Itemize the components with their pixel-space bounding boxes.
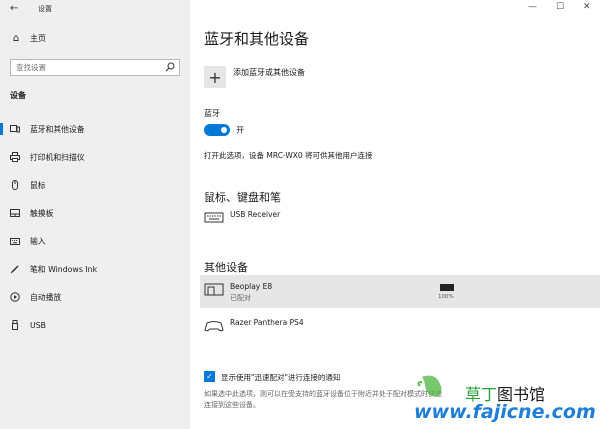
add-device-label[interactable]: 添加蓝牙或其他设备 bbox=[233, 67, 305, 78]
back-arrow-icon[interactable]: ← bbox=[10, 3, 18, 14]
main-content: — ☐ ✕ 蓝牙和其他设备 + 添加蓝牙或其他设备 蓝牙 开 打开此选项，设备 … bbox=[190, 0, 600, 429]
battery-icon bbox=[440, 284, 454, 291]
device-name-razer[interactable]: Razer Panthera PS4 bbox=[230, 318, 304, 327]
device-name-beoplay: Beoplay E8 bbox=[230, 282, 273, 291]
maximize-button[interactable]: ☐ bbox=[556, 2, 564, 12]
sidebar-item-label: 触摸板 bbox=[30, 208, 54, 218]
plus-icon: + bbox=[208, 67, 222, 87]
sidebar-item-autoplay[interactable]: 自动播放 bbox=[0, 289, 190, 305]
swift-pair-label[interactable]: 显示使用"迅速配对"进行连接的通知 bbox=[221, 372, 340, 383]
gamepad-icon bbox=[204, 321, 224, 332]
home-link[interactable]: ⌂ 主页 bbox=[10, 33, 46, 44]
keyboard-icon bbox=[10, 236, 20, 246]
sidebar-item-label: 鼠标 bbox=[30, 180, 46, 190]
mouse-keyboard-pen-heading: 鼠标、键盘和笔 bbox=[204, 191, 281, 204]
search-box[interactable] bbox=[10, 59, 180, 76]
sidebar-item-touchpad[interactable]: 触摸板 bbox=[0, 205, 190, 221]
section-heading: 设备 bbox=[10, 91, 26, 100]
watermark-url: www.fajicne.com bbox=[414, 401, 596, 423]
swift-pair-description: 如果选中此选项，则可以在受支持的蓝牙设备位于附近并处于配对模式时快速连接到这些设… bbox=[204, 390, 442, 409]
checkmark-icon: ✓ bbox=[206, 372, 213, 381]
touchpad-icon bbox=[10, 208, 20, 218]
sidebar-item-printers[interactable]: 打印机和扫描仪 bbox=[0, 149, 190, 165]
minimize-button[interactable]: — bbox=[528, 2, 537, 12]
home-icon: ⌂ bbox=[12, 33, 20, 44]
mouse-icon bbox=[10, 180, 20, 190]
close-button[interactable]: ✕ bbox=[583, 2, 591, 12]
sidebar-item-label: 笔和 Windows Ink bbox=[30, 264, 98, 274]
sidebar-item-label: 打印机和扫描仪 bbox=[30, 152, 85, 162]
sidebar-item-label: 输入 bbox=[30, 236, 46, 246]
add-device-button[interactable]: + bbox=[204, 66, 226, 88]
device-status-beoplay: 已配对 bbox=[230, 294, 251, 302]
printer-icon bbox=[10, 152, 20, 162]
sidebar-item-label: 自动播放 bbox=[30, 292, 62, 302]
autoplay-icon bbox=[10, 292, 20, 302]
bluetooth-toggle[interactable] bbox=[204, 124, 230, 136]
sidebar: ← 设置 ⌂ 主页 设备 蓝牙和其他设备 打印机和扫描仪 鼠标 触摸板 bbox=[0, 0, 190, 429]
sidebar-item-usb[interactable]: USB bbox=[0, 317, 190, 333]
bluetooth-devices-icon bbox=[10, 124, 20, 134]
device-name-usb-receiver[interactable]: USB Receiver bbox=[230, 210, 280, 219]
usb-icon bbox=[10, 320, 20, 330]
sidebar-item-mouse[interactable]: 鼠标 bbox=[0, 177, 190, 193]
bluetooth-label: 蓝牙 bbox=[204, 109, 220, 118]
battery-percent: 100% bbox=[438, 294, 454, 300]
keyboard-icon bbox=[204, 212, 224, 223]
sidebar-item-bluetooth[interactable]: 蓝牙和其他设备 bbox=[0, 121, 190, 137]
sidebar-item-input[interactable]: 输入 bbox=[0, 233, 190, 249]
other-devices-heading: 其他设备 bbox=[204, 261, 248, 274]
sidebar-item-label: 蓝牙和其他设备 bbox=[30, 124, 85, 134]
bluetooth-toggle-state: 开 bbox=[236, 126, 244, 135]
home-label: 主页 bbox=[30, 34, 46, 43]
sidebar-item-pen[interactable]: 笔和 Windows Ink bbox=[0, 261, 190, 277]
audio-device-icon bbox=[204, 283, 224, 296]
window-title: 设置 bbox=[38, 5, 52, 13]
search-icon[interactable] bbox=[165, 62, 175, 72]
page-title: 蓝牙和其他设备 bbox=[204, 30, 310, 48]
discoverable-text: 打开此选项，设备 MRC-WX0 将可供其他用户连接 bbox=[204, 151, 373, 160]
search-input[interactable] bbox=[11, 63, 161, 72]
swift-pair-checkbox[interactable]: ✓ bbox=[204, 371, 215, 382]
pen-icon bbox=[10, 264, 20, 274]
sidebar-item-label: USB bbox=[30, 320, 47, 330]
device-row-beoplay[interactable] bbox=[200, 275, 600, 308]
